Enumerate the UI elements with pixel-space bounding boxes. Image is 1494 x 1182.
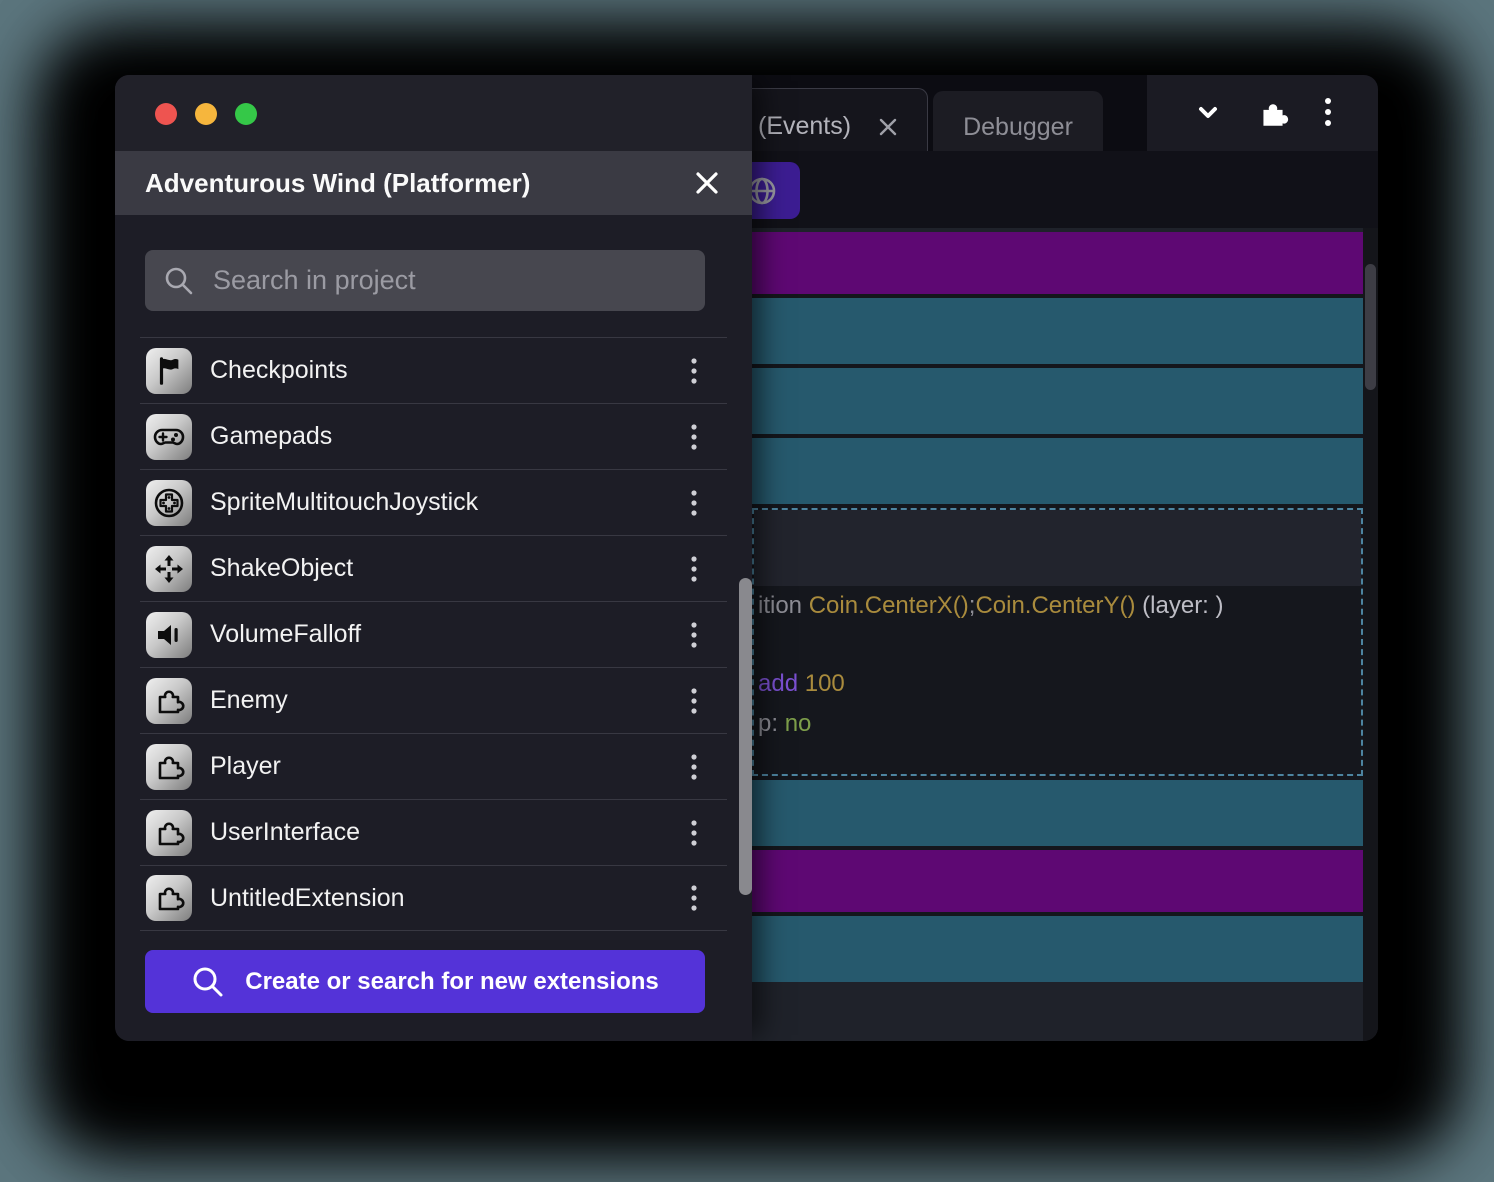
event-row[interactable] [752, 850, 1363, 912]
list-item-enemy[interactable]: Enemy [140, 667, 727, 733]
item-kebab-menu[interactable] [679, 549, 709, 589]
close-panel-button[interactable] [692, 168, 722, 198]
puzzle-icon [146, 744, 192, 790]
item-kebab-menu[interactable] [679, 813, 709, 853]
search-icon [163, 265, 195, 297]
close-window-button[interactable] [155, 103, 177, 125]
puzzle-icon [146, 810, 192, 856]
project-panel-header: Adventurous Wind (Platformer) [115, 151, 752, 215]
item-kebab-menu[interactable] [679, 878, 709, 918]
joystick-icon [146, 480, 192, 526]
list-item-label: VolumeFalloff [210, 620, 361, 649]
extensions-puzzle-button[interactable] [1256, 96, 1290, 130]
puzzle-icon [146, 875, 192, 921]
events-sheet[interactable]: ition Coin.CenterX();Coin.CenterY() (lay… [752, 228, 1378, 1041]
event-action-line: p: no [758, 710, 811, 738]
flag-icon [146, 348, 192, 394]
gdevelop-window: (Events) Debugger [115, 75, 1378, 1041]
panel-scrollbar-thumb[interactable] [739, 578, 752, 895]
move-arrows-icon [146, 546, 192, 592]
list-item-label: Gamepads [210, 422, 332, 451]
zoom-window-button[interactable] [235, 103, 257, 125]
item-kebab-menu[interactable] [679, 747, 709, 787]
kebab-menu-button[interactable] [1321, 93, 1335, 133]
list-item-gamepads[interactable]: Gamepads [140, 403, 727, 469]
list-item-label: UserInterface [210, 818, 360, 847]
list-item-label: Player [210, 752, 281, 781]
list-item-untitledextension[interactable]: UntitledExtension [140, 865, 727, 931]
speaker-icon [146, 612, 192, 658]
item-kebab-menu[interactable] [679, 615, 709, 655]
event-row[interactable] [752, 438, 1363, 504]
list-item-shakeobject[interactable]: ShakeObject [140, 535, 727, 601]
event-action-line: add 100 [758, 670, 845, 698]
search-input[interactable] [213, 265, 687, 296]
search-icon [191, 965, 225, 999]
project-title: Adventurous Wind (Platformer) [145, 168, 530, 199]
project-manager-panel: Adventurous Wind (Platformer) [115, 75, 752, 1041]
window-titlebar[interactable] [115, 75, 752, 151]
event-row[interactable] [752, 232, 1363, 294]
list-item-spritemultitouchjoystick[interactable]: SpriteMultitouchJoystick [140, 469, 727, 535]
tab-events-label: (Events) [758, 112, 851, 141]
create-extension-button[interactable]: Create or search for new extensions [145, 950, 705, 1013]
project-search[interactable] [145, 250, 705, 311]
puzzle-icon [146, 678, 192, 724]
event-row[interactable] [752, 916, 1363, 982]
minimize-window-button[interactable] [195, 103, 217, 125]
event-row[interactable] [752, 368, 1363, 434]
events-scrollbar-thumb[interactable] [1365, 264, 1376, 390]
gamepad-icon [146, 414, 192, 460]
event-action-line: ition Coin.CenterX();Coin.CenterY() (lay… [758, 592, 1224, 620]
tab-debugger-label: Debugger [963, 113, 1073, 142]
list-item-player[interactable]: Player [140, 733, 727, 799]
item-kebab-menu[interactable] [679, 483, 709, 523]
list-item-label: ShakeObject [210, 554, 353, 583]
list-item-label: UntitledExtension [210, 884, 405, 913]
list-item-label: Enemy [210, 686, 288, 715]
list-item-userinterface[interactable]: UserInterface [140, 799, 727, 865]
selected-event-conditions [754, 510, 1361, 586]
events-scrollbar-track[interactable] [1363, 228, 1378, 1041]
list-item-label: Checkpoints [210, 356, 348, 385]
item-kebab-menu[interactable] [679, 681, 709, 721]
screenshot-stage: (Events) Debugger [0, 0, 1494, 1182]
events-rows: ition Coin.CenterX();Coin.CenterY() (lay… [752, 232, 1363, 982]
list-item-volumefalloff[interactable]: VolumeFalloff [140, 601, 727, 667]
tab-close-icon[interactable] [877, 116, 899, 138]
extensions-list: Checkpoints Gamepads [115, 337, 752, 931]
list-item-checkpoints[interactable]: Checkpoints [140, 337, 727, 403]
selected-event-row[interactable]: ition Coin.CenterX();Coin.CenterY() (lay… [752, 508, 1363, 776]
event-row[interactable] [752, 298, 1363, 364]
event-row[interactable] [752, 780, 1363, 846]
item-kebab-menu[interactable] [679, 417, 709, 457]
create-extension-label: Create or search for new extensions [245, 968, 658, 996]
item-kebab-menu[interactable] [679, 351, 709, 391]
tab-list-dropdown-button[interactable] [1191, 96, 1225, 130]
window-menu-controls [1147, 75, 1378, 151]
list-item-label: SpriteMultitouchJoystick [210, 488, 478, 517]
